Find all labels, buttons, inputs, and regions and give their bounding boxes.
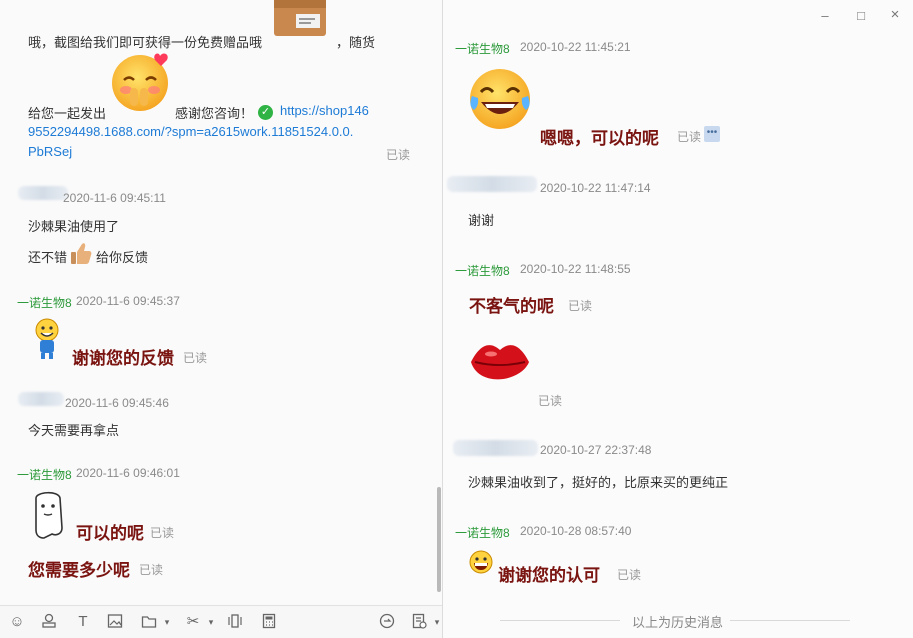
sender-name: 一诺生物8 xyxy=(17,468,72,482)
shake-icon[interactable] xyxy=(226,613,244,631)
grinning-emoji-icon xyxy=(469,550,493,579)
smiley-figure-icon xyxy=(34,318,60,367)
message-text: 还不错 xyxy=(28,250,68,265)
read-status: 已读 xyxy=(139,563,164,577)
image-icon[interactable] xyxy=(106,613,124,631)
blurred-sender-name xyxy=(18,186,68,200)
message-text: 不客气的呢 xyxy=(469,297,554,316)
message-text: 沙棘果油收到了，挺好的，比原来买的更纯正 xyxy=(468,475,729,490)
message-text: 谢谢 xyxy=(468,213,495,228)
read-status: 已读 xyxy=(677,130,702,144)
message-text: 给你反馈 xyxy=(96,250,149,265)
message-timestamp: 2020-11-6 09:46:01 xyxy=(76,466,180,480)
history-icon[interactable] xyxy=(378,613,396,631)
folder-icon[interactable] xyxy=(140,613,158,631)
message-timestamp: 2020-11-6 09:45:37 xyxy=(76,294,180,308)
shop-link-line3[interactable]: PbRSej xyxy=(28,144,72,159)
message-text: 沙棘果油使用了 xyxy=(28,219,120,234)
laughing-tears-emoji-icon xyxy=(467,66,533,137)
maximize-icon[interactable]: □ xyxy=(853,8,869,23)
message-timestamp: 2020-10-22 11:48:55 xyxy=(520,262,631,276)
calculator-icon[interactable] xyxy=(260,613,278,631)
message-timestamp: 2020-10-27 22:37:48 xyxy=(540,443,652,457)
message-text: 嗯嗯，可以的呢 xyxy=(540,129,659,148)
chat-pane-right: – □ × 一诺生物8 2020-10-22 11:45:21 嗯嗯，可以的呢 … xyxy=(443,0,913,638)
message-timestamp: 2020-10-22 11:45:21 xyxy=(520,40,631,54)
sender-name: 一诺生物8 xyxy=(455,264,510,278)
shop-link-line1[interactable]: https://shop146 xyxy=(280,103,369,118)
shop-link-line2[interactable]: 9552294498.1688.com/?spm=a2615work.11851… xyxy=(28,124,353,139)
lips-icon xyxy=(469,338,531,395)
stamp-icon[interactable] xyxy=(40,613,58,631)
chevron-down-icon[interactable]: ▾ xyxy=(158,613,176,631)
cartoon-ghost-icon xyxy=(30,490,66,545)
message-text: 今天需要再拿点 xyxy=(28,423,120,438)
chat-pane-left: 哦，截图给我们即可获得一份免费赠品哦 ，随货 给您一起发出 感谢您咨询！ ✓ h… xyxy=(0,0,443,638)
read-status: 已读 xyxy=(183,351,208,365)
message-timestamp: 2020-11-6 09:45:11 xyxy=(63,191,166,205)
intro-text-line2: 给您一起发出 xyxy=(28,106,107,121)
minimize-icon[interactable]: – xyxy=(817,8,833,23)
message-timestamp: 2020-10-28 08:57:40 xyxy=(520,524,632,538)
blurred-sender-name xyxy=(447,176,537,192)
message-timestamp: 2020-10-22 11:47:14 xyxy=(540,181,651,195)
thumbs-up-icon xyxy=(70,242,92,271)
blurred-sender-name xyxy=(18,392,64,406)
emoji-icon[interactable]: ☺ xyxy=(8,613,26,631)
read-status: 已读 xyxy=(538,394,563,408)
chevron-down-icon[interactable]: ▾ xyxy=(428,613,442,631)
input-toolbar: ☺ T ▾ ✂ ▾ ▾ xyxy=(0,605,442,638)
thanks-text: 感谢您咨询！ xyxy=(175,106,254,121)
blurred-sender-name xyxy=(453,440,538,456)
message-text: 您需要多少呢 xyxy=(28,561,130,580)
chevron-down-icon[interactable]: ▾ xyxy=(202,613,220,631)
message-timestamp: 2020-11-6 09:45:46 xyxy=(65,396,169,410)
read-status: 已读 xyxy=(568,299,593,313)
message-text: 可以的呢 xyxy=(76,524,144,543)
intro-text: 哦，截图给我们即可获得一份免费赠品哦 xyxy=(28,35,263,50)
sender-name: 一诺生物8 xyxy=(455,526,510,540)
sender-name: 一诺生物8 xyxy=(455,42,510,56)
more-options-icon[interactable]: ••• xyxy=(704,126,720,142)
sender-name: 一诺生物8 xyxy=(17,296,72,310)
read-status: 已读 xyxy=(617,568,642,582)
read-status: 已读 xyxy=(386,148,411,162)
read-status: 已读 xyxy=(150,526,175,540)
divider xyxy=(730,620,850,621)
intro-text-suffix: ，随货 xyxy=(336,35,376,50)
history-label: 以上为历史消息 xyxy=(632,615,724,630)
message-text: 谢谢您的认可 xyxy=(498,566,600,585)
gift-box-image xyxy=(272,0,328,38)
message-text: 谢谢您的反馈 xyxy=(72,349,174,368)
divider xyxy=(500,620,620,621)
close-icon[interactable]: × xyxy=(887,6,903,23)
text-icon[interactable]: T xyxy=(74,613,92,631)
check-icon: ✓ xyxy=(258,105,273,120)
scrollbar-thumb[interactable] xyxy=(437,487,441,592)
record-icon[interactable] xyxy=(410,613,428,631)
blush-emoji-icon xyxy=(110,50,172,117)
scissors-icon[interactable]: ✂ xyxy=(184,613,202,631)
